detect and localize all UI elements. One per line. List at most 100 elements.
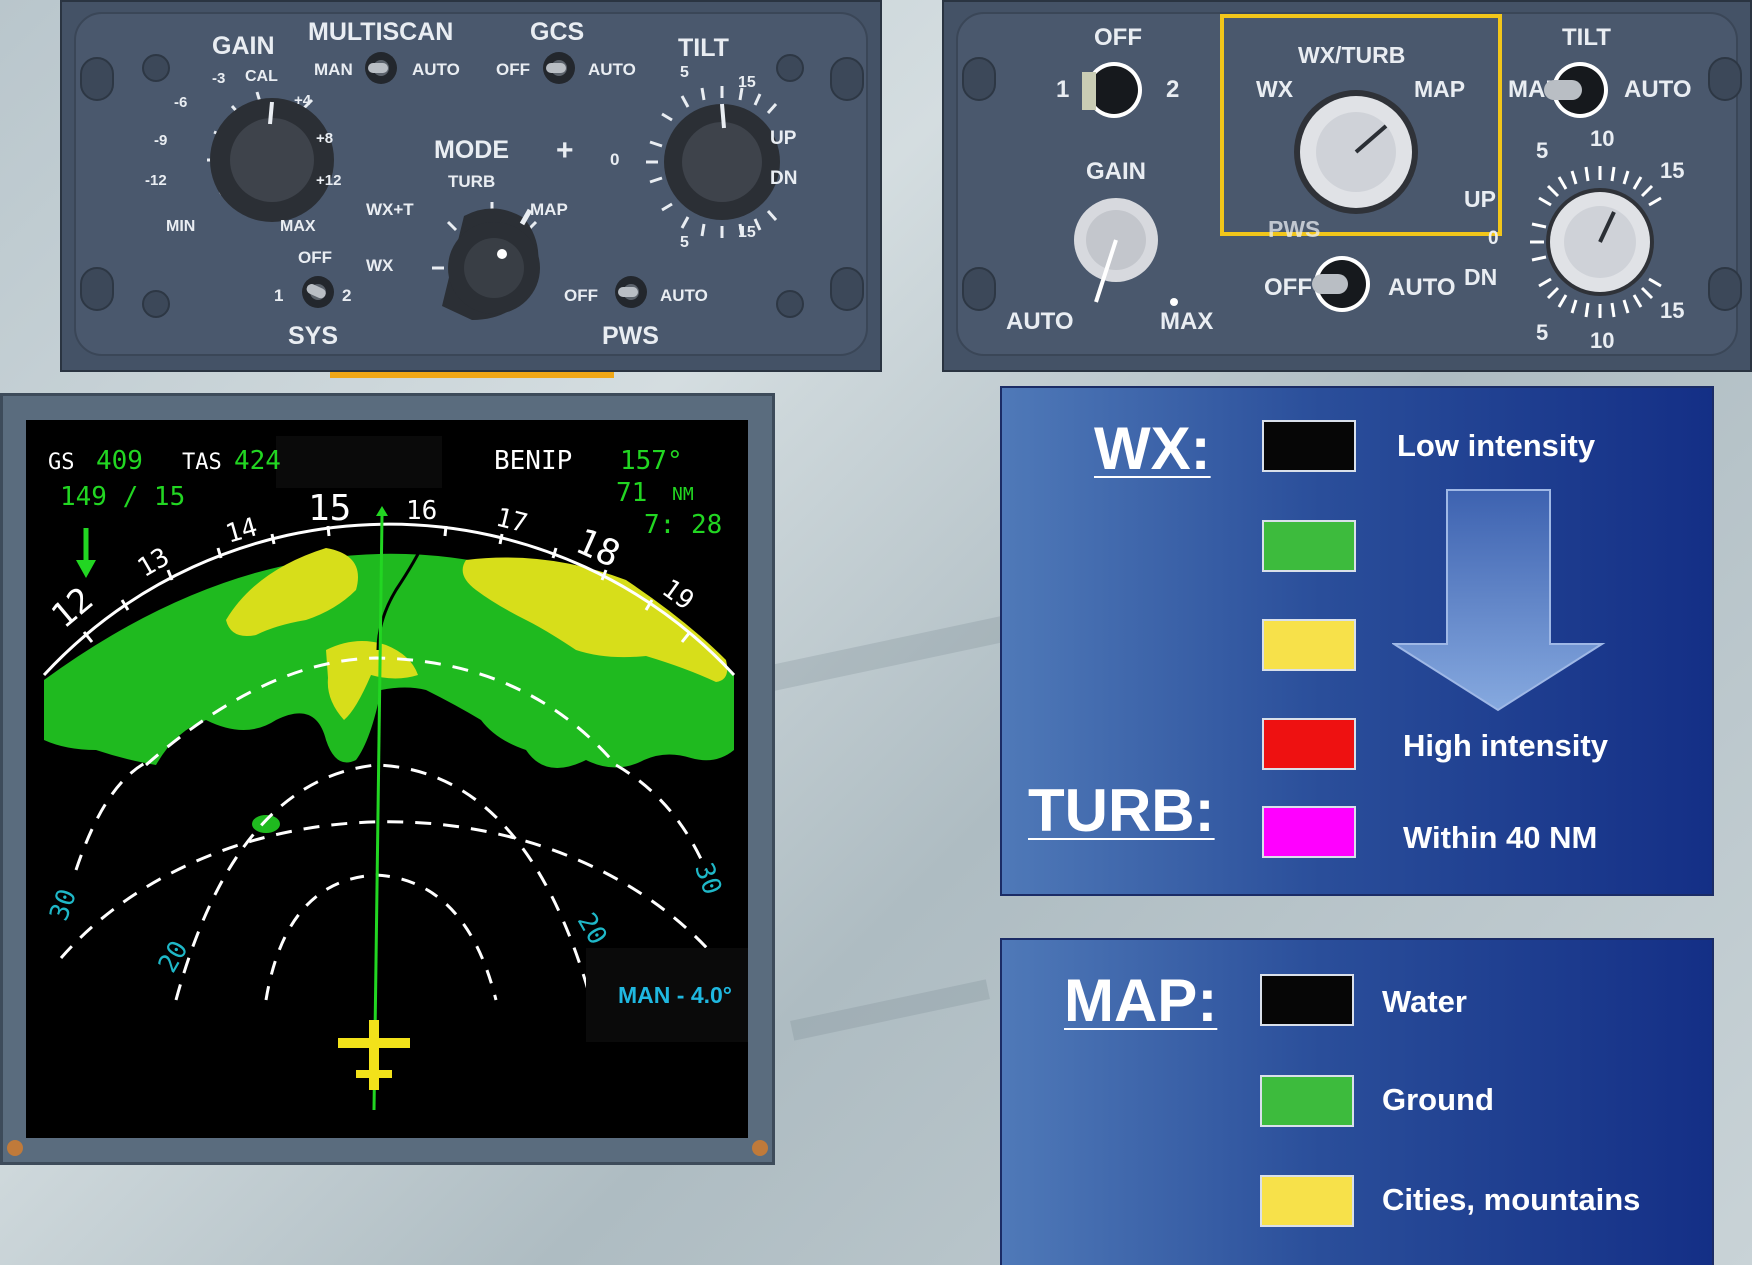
gcs-off-label: OFF (496, 60, 530, 79)
ground-speed-value: 409 (96, 446, 143, 476)
tilt-dn-label: DN (770, 168, 798, 189)
sys-off-label: OFF (298, 248, 332, 267)
gain-max-label: MAX (1160, 308, 1214, 335)
pws-toggle-switch[interactable] (606, 272, 656, 312)
gain-title: GAIN (212, 32, 275, 60)
radar-return-small (252, 815, 280, 833)
tilt-zero-label: 0 (610, 150, 620, 169)
sys-position-2-label: 2 (342, 286, 352, 305)
legend-within-40-nm: Within 40 NM (1403, 820, 1598, 855)
swatch-strong-intensity (1262, 619, 1356, 671)
mode-selector-knob[interactable] (402, 188, 582, 338)
tilt-tick-15-bottom: 15 (738, 224, 756, 241)
aircraft-symbol (338, 1020, 410, 1090)
tilt-mode-toggle-switch[interactable] (1540, 58, 1616, 122)
tilt-up-label: UP (770, 128, 797, 149)
swatch-water (1260, 974, 1354, 1026)
multiscan-toggle-switch[interactable] (356, 48, 406, 88)
swatch-cities-mountains (1260, 1175, 1354, 1227)
tilt-tick-10-top: 10 (1590, 126, 1615, 151)
swatch-moderate-intensity (1262, 520, 1356, 572)
mode-title: MODE (434, 136, 509, 164)
tilt-knob[interactable] (1510, 152, 1690, 332)
pws-toggle-switch[interactable] (1304, 252, 1380, 316)
sys-title: SYS (288, 322, 339, 350)
right-control-panel: OFF 1 2 GAIN AUTO MAX WX/TURB WX MAP PWS… (942, 0, 1752, 372)
wxturb-title: WX/TURB (1298, 42, 1406, 68)
tilt-knob[interactable] (622, 62, 822, 262)
gain-tick-plus4: +4 (294, 92, 312, 109)
range-ring-middle (174, 763, 593, 1001)
gain-tick-minus9: -9 (154, 132, 168, 149)
waypoint-eta: 7: 28 (644, 510, 723, 540)
wx-turb-legend-panel: WX: TURB: Low intensity High intensity W… (1000, 386, 1714, 896)
gain-knob[interactable] (162, 62, 382, 242)
wxturb-selector-knob[interactable] (1286, 90, 1426, 220)
waypoint-name: BENIP (494, 446, 573, 476)
tilt-title: TILT (1562, 24, 1611, 51)
range-ring-inner (264, 873, 498, 1001)
sys-toggle-switch[interactable] (292, 270, 348, 314)
swatch-low-intensity (1262, 420, 1356, 472)
gain-auto-label: AUTO (1006, 308, 1074, 335)
waypoint-bearing: 157° (620, 446, 683, 476)
frame-screw (7, 1140, 23, 1156)
background-streak (760, 613, 1020, 693)
gain-tick-plus12: +12 (316, 172, 342, 189)
tilt-tick-5-bottom: 5 (680, 234, 689, 251)
panel-latch (962, 57, 996, 101)
panel-screw (776, 290, 804, 318)
tilt-readout: MAN - 4.0° (618, 982, 732, 1008)
pws-off-label: OFF (564, 286, 598, 305)
sys-position-1-label: 1 (1056, 76, 1070, 103)
tilt-up-label: UP (1464, 186, 1496, 212)
range-ring-outer (59, 820, 718, 959)
true-airspeed-value: 424 (234, 446, 281, 476)
mode-wx-label: WX (366, 256, 394, 275)
panel-screw (142, 290, 170, 318)
plus-mark: + (556, 134, 574, 167)
frame-screw (752, 1140, 768, 1156)
waypoint-distance: 71 (616, 478, 648, 508)
panel-latch (1708, 267, 1742, 311)
range-ring-outer-right (615, 763, 708, 871)
swatch-high-intensity (1262, 718, 1356, 770)
legend-water: Water (1382, 984, 1467, 1019)
true-airspeed-label: TAS (182, 450, 222, 475)
panel-latch (830, 57, 864, 101)
tilt-auto-label: AUTO (1624, 76, 1692, 103)
multiscan-auto-label: AUTO (412, 60, 460, 79)
sys-toggle-switch[interactable] (1074, 58, 1150, 122)
map-legend-panel: MAP: Water Ground Cities, mountains (1000, 938, 1714, 1265)
wind-readout: 149 / 15 (60, 482, 186, 512)
tilt-zero-label: 0 (1488, 228, 1499, 249)
gain-tick-minus6: -6 (174, 94, 188, 111)
tilt-dn-label: DN (1464, 264, 1498, 290)
legend-ground: Ground (1382, 1082, 1494, 1117)
sys-off-label: OFF (1094, 24, 1142, 51)
ground-speed-label: GS (48, 450, 75, 475)
gcs-title: GCS (530, 18, 585, 46)
gain-cal-label: CAL (245, 68, 278, 85)
tilt-tick-15-top: 15 (738, 74, 756, 91)
legend-high-intensity: High intensity (1403, 728, 1608, 763)
gain-tick-max: MAX (280, 218, 316, 235)
panel-latch (1708, 57, 1742, 101)
gcs-toggle-switch[interactable] (534, 48, 584, 88)
multiscan-man-label: MAN (314, 60, 353, 79)
tilt-tick-5-top: 5 (680, 64, 689, 81)
intensity-arrow-icon (1392, 489, 1606, 712)
heading-label-15: 15 (308, 488, 352, 529)
radar-image (42, 436, 748, 1111)
multiscan-title: MULTISCAN (308, 18, 454, 46)
background-streak (790, 979, 990, 1041)
turb-heading: TURB: (1028, 777, 1215, 844)
range-ring-outer-left (74, 758, 152, 871)
tilt-title: TILT (678, 34, 729, 62)
pws-title: PWS (1268, 216, 1321, 242)
legend-low-intensity: Low intensity (1397, 428, 1596, 463)
wx-heading: WX: (1094, 415, 1211, 482)
wind-arrow-head (76, 560, 96, 578)
gain-knob[interactable] (1064, 198, 1184, 308)
pws-auto-label: AUTO (1388, 274, 1456, 301)
